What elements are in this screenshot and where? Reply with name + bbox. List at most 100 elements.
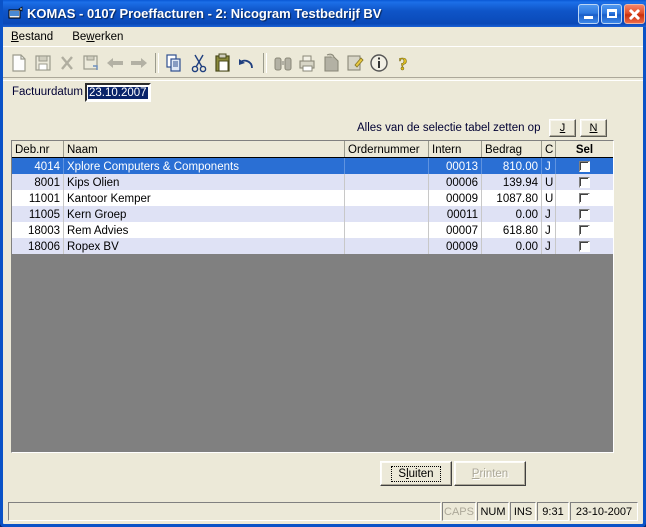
cell-ordernummer[interactable] [345, 222, 429, 238]
grid-header-ordernummer[interactable]: Ordernummer [345, 141, 429, 157]
forward-arrow-icon[interactable] [127, 51, 151, 75]
cell-sel[interactable] [556, 238, 613, 254]
cell-ordernummer[interactable] [345, 158, 429, 174]
printen-button: Printen [454, 461, 526, 486]
cell-debnr[interactable]: 11005 [12, 206, 64, 222]
cell-debnr[interactable]: 18006 [12, 238, 64, 254]
save-as-icon[interactable] [79, 51, 103, 75]
select-all-label: Alles van de selectie tabel zetten op [357, 122, 541, 134]
cell-sel[interactable] [556, 206, 613, 222]
sel-checkbox[interactable] [579, 161, 590, 172]
menu-item-bestand[interactable]: Bestand [9, 30, 62, 44]
info-icon[interactable] [367, 51, 391, 75]
minimize-button[interactable] [578, 3, 599, 24]
cell-debnr[interactable]: 18003 [12, 222, 64, 238]
grid-header-c[interactable]: C [542, 141, 556, 157]
cell-c[interactable]: U [542, 190, 556, 206]
cell-bedrag[interactable]: 0.00 [482, 206, 542, 222]
status-ins: INS [510, 502, 536, 521]
set-all-j-button[interactable]: J [549, 119, 576, 137]
factuurdatum-input[interactable]: 23.10.2007 [85, 83, 151, 102]
cell-naam[interactable]: Rem Advies [64, 222, 345, 238]
grid-header-debnr[interactable]: Deb.nr [12, 141, 64, 157]
table-row[interactable]: 18003 Rem Advies 00007 618.80 J [12, 222, 613, 238]
new-icon[interactable] [7, 51, 31, 75]
table-row[interactable]: 11005 Kern Groep 00011 0.00 J [12, 206, 613, 222]
undo-icon[interactable] [235, 51, 259, 75]
cell-intern[interactable]: 00009 [429, 238, 482, 254]
paste-icon[interactable] [211, 51, 235, 75]
status-time: 9:31 [537, 502, 569, 521]
close-button[interactable] [624, 3, 645, 24]
delete-icon[interactable] [55, 51, 79, 75]
table-row[interactable]: 4014 Xplore Computers & Components 00013 81… [12, 158, 613, 174]
cell-naam[interactable]: Kips Olien [64, 174, 345, 190]
title-bar[interactable]: KOMAS - 0107 Proeffacturen - 2: Nicogram… [3, 0, 646, 27]
factuurdatum-value: 23.10.2007 [88, 86, 148, 99]
sel-checkbox[interactable] [579, 241, 590, 252]
cell-naam[interactable]: Kantoor Kemper [64, 190, 345, 206]
grid-header-row: Deb.nr Naam Ordernummer Intern Bedrag C Sel [12, 141, 613, 158]
factuurdatum-label: Factuurdatum [12, 86, 83, 98]
sel-checkbox[interactable] [579, 225, 590, 236]
sel-checkbox[interactable] [579, 193, 590, 204]
sel-checkbox[interactable] [579, 209, 590, 220]
cell-bedrag[interactable]: 0.00 [482, 238, 542, 254]
cell-c[interactable]: J [542, 158, 556, 174]
cut-icon[interactable] [187, 51, 211, 75]
toolbar-separator-2 [263, 53, 267, 73]
grid-header-bedrag[interactable]: Bedrag [482, 141, 542, 157]
sluiten-button[interactable]: Sluiten [380, 461, 452, 486]
grid-header-intern[interactable]: Intern [429, 141, 482, 157]
grid-header-naam[interactable]: Naam [64, 141, 345, 157]
invoices-grid[interactable]: Deb.nr Naam Ordernummer Intern Bedrag C Sel 40… [11, 140, 614, 453]
maximize-button[interactable] [601, 3, 622, 24]
cell-naam[interactable]: Kern Groep [64, 206, 345, 222]
grid-header-sel[interactable]: Sel [556, 141, 613, 157]
cell-ordernummer[interactable] [345, 238, 429, 254]
back-arrow-icon[interactable] [103, 51, 127, 75]
table-row[interactable]: 11001 Kantoor Kemper 00009 1087.80 U [12, 190, 613, 206]
find-binoculars-icon[interactable] [271, 51, 295, 75]
set-all-n-button[interactable]: N [580, 119, 607, 137]
cell-debnr[interactable]: 4014 [12, 158, 64, 174]
cell-bedrag[interactable]: 618.80 [482, 222, 542, 238]
cell-sel[interactable] [556, 222, 613, 238]
cell-intern[interactable]: 00013 [429, 158, 482, 174]
cell-debnr[interactable]: 11001 [12, 190, 64, 206]
sel-checkbox[interactable] [579, 177, 590, 188]
cell-sel[interactable] [556, 190, 613, 206]
cell-intern[interactable]: 00007 [429, 222, 482, 238]
menu-item-bewerken[interactable]: Bewerken [70, 30, 132, 44]
cell-naam[interactable]: Ropex BV [64, 238, 345, 254]
grid-inner: Deb.nr Naam Ordernummer Intern Bedrag C Sel 40… [12, 141, 613, 452]
cell-c[interactable]: J [542, 222, 556, 238]
status-num: NUM [477, 502, 509, 521]
cell-sel[interactable] [556, 174, 613, 190]
cell-intern[interactable]: 00011 [429, 206, 482, 222]
cell-intern[interactable]: 00009 [429, 190, 482, 206]
cell-debnr[interactable]: 8001 [12, 174, 64, 190]
print-preview-icon[interactable] [319, 51, 343, 75]
cell-ordernummer[interactable] [345, 206, 429, 222]
help-icon[interactable]: ? [391, 51, 415, 75]
cell-intern[interactable]: 00006 [429, 174, 482, 190]
cell-c[interactable]: J [542, 206, 556, 222]
save-icon[interactable] [31, 51, 55, 75]
cell-bedrag[interactable]: 139.94 [482, 174, 542, 190]
menu-bar: Bestand Bewerken [3, 27, 643, 46]
cell-ordernummer[interactable] [345, 190, 429, 206]
table-row[interactable]: 8001 Kips Olien 00006 139.94 U [12, 174, 613, 190]
cell-c[interactable]: U [542, 174, 556, 190]
cell-sel[interactable] [556, 158, 613, 174]
print-icon[interactable] [295, 51, 319, 75]
cell-naam[interactable]: Xplore Computers & Components [64, 158, 345, 174]
cell-bedrag[interactable]: 1087.80 [482, 190, 542, 206]
status-message [8, 502, 441, 521]
cell-c[interactable]: J [542, 238, 556, 254]
edit-note-icon[interactable] [343, 51, 367, 75]
copy-icon[interactable] [163, 51, 187, 75]
table-row[interactable]: 18006 Ropex BV 00009 0.00 J [12, 238, 613, 254]
cell-ordernummer[interactable] [345, 174, 429, 190]
cell-bedrag[interactable]: 810.00 [482, 158, 542, 174]
